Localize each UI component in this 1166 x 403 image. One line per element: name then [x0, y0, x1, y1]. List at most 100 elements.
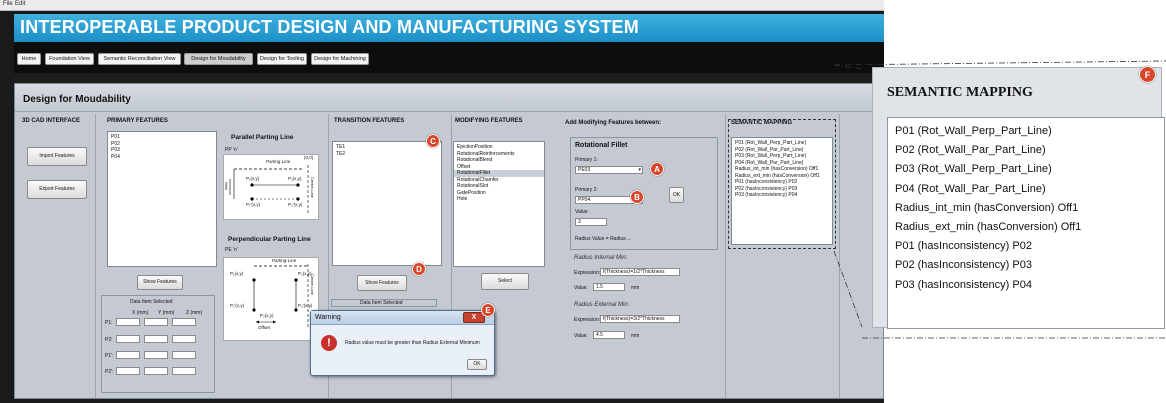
origin-label: (0,0)	[304, 155, 314, 160]
coord-field[interactable]	[172, 318, 196, 326]
unit-label: mm	[631, 333, 640, 339]
row-label: P2:	[105, 337, 113, 343]
list-item: P04 (Rot_Wall_Par_Part_Line)	[895, 182, 1046, 195]
marker-d: D	[412, 262, 426, 276]
coord-field[interactable]	[144, 351, 168, 359]
coord-field[interactable]	[144, 367, 168, 375]
select-button[interactable]: Select	[481, 273, 529, 290]
p2-label: P₂(x,y)	[288, 176, 302, 181]
dialog-title: Warning	[315, 314, 341, 321]
app-title: INTEROPERABLE PRODUCT DESIGN AND MANUFAC…	[20, 17, 639, 37]
expression-label: Expression:	[574, 270, 601, 276]
coord-field[interactable]	[116, 318, 140, 326]
error-icon: !	[321, 335, 337, 351]
list-item[interactable]: TE2	[333, 151, 441, 158]
list-item: Radius_ext_min (hasConversion) Off1	[895, 221, 1082, 234]
list-item[interactable]: P03 (hasInconsistency) P04	[732, 192, 832, 199]
nav-foundation-view[interactable]: Foundation View	[45, 53, 94, 65]
divider	[95, 114, 96, 398]
parallel-code: PP 'n'	[225, 147, 238, 153]
list-item[interactable]: Hole	[454, 196, 544, 203]
perpendicular-parting-title: Perpendicular Parting Line	[228, 236, 311, 243]
p1-label: P₁(x,y)	[230, 271, 244, 276]
parting-line-label: Parting-Line	[266, 159, 291, 164]
col-x: X (mm)	[132, 310, 149, 316]
data-item-title: Data Item Selected	[360, 300, 403, 306]
nav-semantic-reconciliation-view[interactable]: Semantic Reconciliation View	[98, 53, 181, 65]
app-window: File Edit INTEROPERABLE PRODUCT DESIGN A…	[0, 0, 884, 403]
ok-button[interactable]: OK	[669, 187, 684, 203]
value-label: Value:	[574, 285, 588, 291]
marker-e: E	[481, 303, 495, 317]
coord-field[interactable]	[144, 335, 168, 343]
nav-design-for-machining[interactable]: Design for Machining	[311, 53, 369, 65]
callout-list: P01 (Rot_Wall_Perp_Part_Line) P02 (Rot_W…	[887, 117, 1165, 329]
page-title: Design for Moudability	[23, 94, 131, 105]
import-features-button[interactable]: Import Features	[27, 147, 87, 166]
col-z: Z (mm)	[186, 310, 203, 316]
add-modifying-header: Add Modifying Features between:	[565, 120, 662, 126]
primary-features-list[interactable]: P01 P02 P03 P04	[107, 131, 217, 267]
p1-label: P₁(x,y)	[246, 176, 260, 181]
wall-label: Wall	[224, 182, 229, 190]
primary1-value: PE03	[578, 167, 591, 173]
transition-features-header: TRANSITION FEATURES	[334, 118, 405, 124]
callout-title: SEMANTIC MAPPING	[887, 85, 1033, 100]
coord-field[interactable]	[116, 351, 140, 359]
primary1-label: Primary 1:	[575, 157, 598, 163]
primary2-value: PP04	[578, 197, 591, 203]
expression-label: Expression:	[574, 317, 601, 323]
transition-show-features-button[interactable]: Show Features	[357, 275, 407, 291]
radius-external-expression[interactable]: f(Thickness)=3/2*Thickness	[600, 315, 680, 323]
p1p-label: P₁'(x,y)	[246, 202, 261, 207]
transition-features-list[interactable]: TE1 TE2	[332, 141, 442, 266]
radius-internal-expression[interactable]: f(Thickness)=1/2*Thickness	[600, 268, 680, 276]
nav-home[interactable]: Home	[17, 53, 41, 65]
cad-header: 3D CAD INTERFACE	[22, 118, 81, 124]
p2-label: P₂(x,y)	[260, 313, 274, 318]
coord-field[interactable]	[116, 367, 140, 375]
primary-show-features-button[interactable]: Show Features	[137, 275, 183, 290]
value-label: Value:	[574, 333, 588, 339]
perp-code: PE 'n'	[225, 247, 238, 253]
coord-field[interactable]	[116, 335, 140, 343]
col-y: Y (mm)	[158, 310, 175, 316]
radius-value-text: Radius Value = Radius ...	[575, 236, 632, 242]
coord-field[interactable]	[172, 351, 196, 359]
nav-design-for-tooling[interactable]: Design for Tooling	[257, 53, 307, 65]
modifying-features-header: MODIFYING FEATURES	[455, 118, 523, 124]
coord-field[interactable]	[144, 318, 168, 326]
center-line-label: Center-Line	[310, 274, 315, 295]
menu-edit[interactable]: Edit	[15, 1, 25, 7]
list-item: Radius_int_min (hasConversion) Off1	[895, 201, 1079, 214]
marker-c: C	[426, 134, 440, 148]
dialog-ok-button[interactable]: OK	[467, 359, 487, 370]
menu-file[interactable]: File	[3, 1, 13, 7]
marker-f: F	[1139, 66, 1156, 83]
radius-external-value[interactable]: 4.5	[593, 331, 625, 339]
primary1-select[interactable]: PE03 ▾	[575, 166, 643, 174]
coord-field[interactable]	[172, 367, 196, 375]
export-features-button[interactable]: Export Features	[27, 180, 87, 199]
list-item[interactable]: P04	[108, 154, 216, 161]
radius-external-title: Radius External Min:	[574, 302, 630, 308]
semantic-mapping-header: SEMANTIC MAPPING	[731, 120, 793, 126]
warning-dialog: Warning X ! Radius value must be greater…	[310, 310, 495, 376]
divider	[725, 114, 726, 398]
radius-internal-value[interactable]: 1.5	[593, 283, 625, 291]
value-input[interactable]: 3	[575, 218, 607, 226]
radius-internal-title: Radius Internal Min:	[574, 255, 628, 261]
semantic-mapping-list[interactable]: P01 (Rot_Wall_Perp_Part_Line) P02 (Rot_W…	[731, 137, 833, 245]
app-title-bar: INTEROPERABLE PRODUCT DESIGN AND MANUFAC…	[14, 14, 884, 42]
list-item[interactable]: Radius_int_min (hasConversion) Off1	[732, 166, 832, 173]
dialog-message: Radius value must be greater than Radius…	[345, 340, 480, 346]
chevron-down-icon: ▾	[638, 167, 641, 173]
row-label: P1':	[105, 353, 114, 359]
modifying-features-list[interactable]: EjectionPosition RotationalReinforcement…	[453, 141, 545, 267]
row-label: P2':	[105, 369, 114, 375]
value-label: Value:	[575, 209, 589, 215]
nav-design-for-moudability[interactable]: Design for Moudability	[184, 53, 253, 65]
primary-features-header: PRIMARY FEATURES	[107, 118, 168, 124]
coord-field[interactable]	[172, 335, 196, 343]
p2p-label: P₂'(x,y)	[288, 202, 303, 207]
